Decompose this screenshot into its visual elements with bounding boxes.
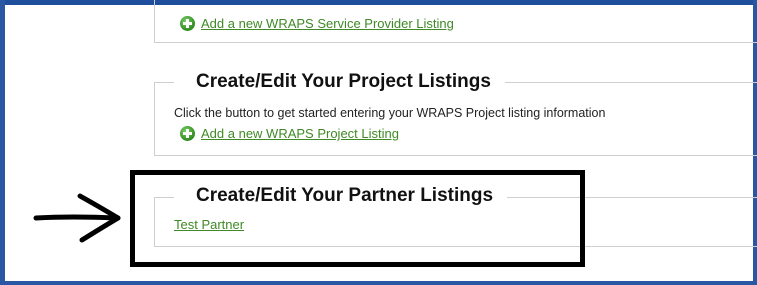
window-bottom-edge [0,281,757,285]
add-service-provider-link[interactable]: Add a new WRAPS Service Provider Listing [201,16,454,31]
window-left-edge [0,0,5,285]
plus-circle-icon [180,16,195,31]
arrow-right-icon [33,193,121,243]
page: Add a new WRAPS Service Provider Listing… [0,0,757,285]
project-listings-title: Create/Edit Your Project Listings [174,71,505,93]
plus-circle-icon [180,126,195,141]
project-listings-description: Click the button to get started entering… [174,106,606,120]
annotation-highlight-box [130,170,585,267]
add-project-row[interactable]: Add a new WRAPS Project Listing [180,126,399,141]
add-project-link[interactable]: Add a new WRAPS Project Listing [201,126,399,141]
add-service-provider-row[interactable]: Add a new WRAPS Service Provider Listing [180,16,454,31]
